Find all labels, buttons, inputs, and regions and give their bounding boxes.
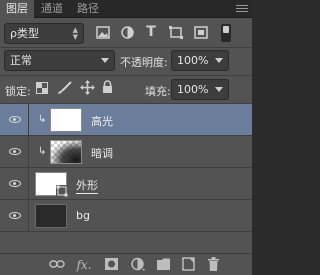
eye-icon bbox=[9, 148, 21, 155]
clipping-mask-arrow-icon: ↳ bbox=[38, 114, 47, 125]
eye-icon bbox=[9, 212, 21, 219]
opacity-field[interactable]: 100% bbox=[171, 50, 229, 71]
type-filter-icon[interactable]: T bbox=[145, 24, 157, 40]
divider bbox=[0, 47, 252, 48]
new-layer-icon[interactable] bbox=[182, 257, 195, 273]
opacity-value: 100% bbox=[177, 54, 209, 67]
layer-name[interactable]: 高光 bbox=[91, 113, 113, 129]
shape-filter-icon[interactable] bbox=[169, 26, 183, 39]
chevron-down-icon bbox=[215, 58, 223, 63]
fill-value: 100% bbox=[177, 83, 209, 96]
lock-image-pixels-brush-icon[interactable] bbox=[57, 81, 73, 95]
adjustment-filter-icon[interactable] bbox=[121, 26, 134, 39]
updown-arrows-icon: ▲ ▼ bbox=[72, 26, 78, 41]
chevron-down-icon bbox=[215, 87, 223, 92]
layers-list: ↳ 高光 ↳ 暗调 外形 bg bbox=[0, 104, 252, 232]
lock-all-icon[interactable] bbox=[102, 80, 113, 94]
blend-mode-value: 正常 bbox=[10, 54, 32, 67]
layer-row-bg[interactable]: bg bbox=[0, 200, 252, 232]
tab-channels[interactable]: 通道 bbox=[36, 0, 68, 18]
tab-paths[interactable]: 路径 bbox=[72, 0, 104, 18]
visibility-toggle[interactable] bbox=[0, 104, 29, 136]
visibility-toggle[interactable] bbox=[0, 168, 29, 200]
chevron-down-icon bbox=[101, 58, 109, 63]
eye-icon bbox=[9, 180, 21, 187]
filter-toggle-switch[interactable] bbox=[221, 24, 231, 42]
layer-name[interactable]: 暗调 bbox=[91, 145, 113, 161]
visibility-toggle[interactable] bbox=[0, 200, 29, 232]
delete-layer-trash-icon[interactable] bbox=[207, 257, 220, 273]
layer-name[interactable]: bg bbox=[76, 209, 90, 222]
link-layers-icon[interactable] bbox=[49, 259, 65, 275]
lock-transparent-pixels-icon[interactable] bbox=[36, 82, 48, 95]
filter-kind-select[interactable]: ρ类型 ▲ ▼ bbox=[4, 23, 84, 44]
lock-position-move-icon[interactable] bbox=[80, 80, 95, 95]
layer-row-highlight[interactable]: ↳ 高光 bbox=[0, 104, 252, 136]
clipping-mask-arrow-icon: ↳ bbox=[38, 146, 47, 157]
layer-thumbnail bbox=[50, 108, 82, 132]
smart-object-filter-icon[interactable] bbox=[194, 26, 208, 39]
image-filter-icon[interactable] bbox=[96, 26, 110, 39]
layer-row-outline[interactable]: 外形 bbox=[0, 168, 252, 200]
fill-label: 填充: bbox=[145, 85, 171, 98]
fx-layer-style-icon[interactable]: fx. bbox=[75, 257, 93, 273]
eye-icon bbox=[9, 116, 21, 123]
new-adjustment-layer-icon[interactable] bbox=[131, 257, 145, 273]
new-group-folder-icon[interactable] bbox=[157, 258, 171, 274]
tab-layers[interactable]: 图层 bbox=[0, 0, 34, 18]
lock-label: 锁定: bbox=[5, 85, 31, 98]
add-mask-icon[interactable] bbox=[105, 258, 118, 274]
layer-row-shadow[interactable]: ↳ 暗调 bbox=[0, 136, 252, 168]
layers-bottom-toolbar: fx. bbox=[0, 253, 252, 275]
layer-thumbnail bbox=[50, 140, 82, 164]
divider bbox=[0, 75, 252, 76]
smart-object-badge-icon bbox=[56, 185, 68, 197]
layer-name[interactable]: 外形 bbox=[76, 177, 98, 194]
fill-field[interactable]: 100% bbox=[171, 79, 229, 100]
visibility-toggle[interactable] bbox=[0, 136, 29, 168]
filter-kind-label: ρ类型 bbox=[10, 27, 39, 40]
layer-thumbnail bbox=[35, 204, 67, 228]
panel-tab-bar: 图层 通道 路径 bbox=[0, 0, 252, 18]
opacity-label: 不透明度: bbox=[120, 56, 168, 69]
blend-mode-select[interactable]: 正常 bbox=[4, 50, 115, 71]
panel-menu-icon[interactable] bbox=[236, 3, 248, 15]
